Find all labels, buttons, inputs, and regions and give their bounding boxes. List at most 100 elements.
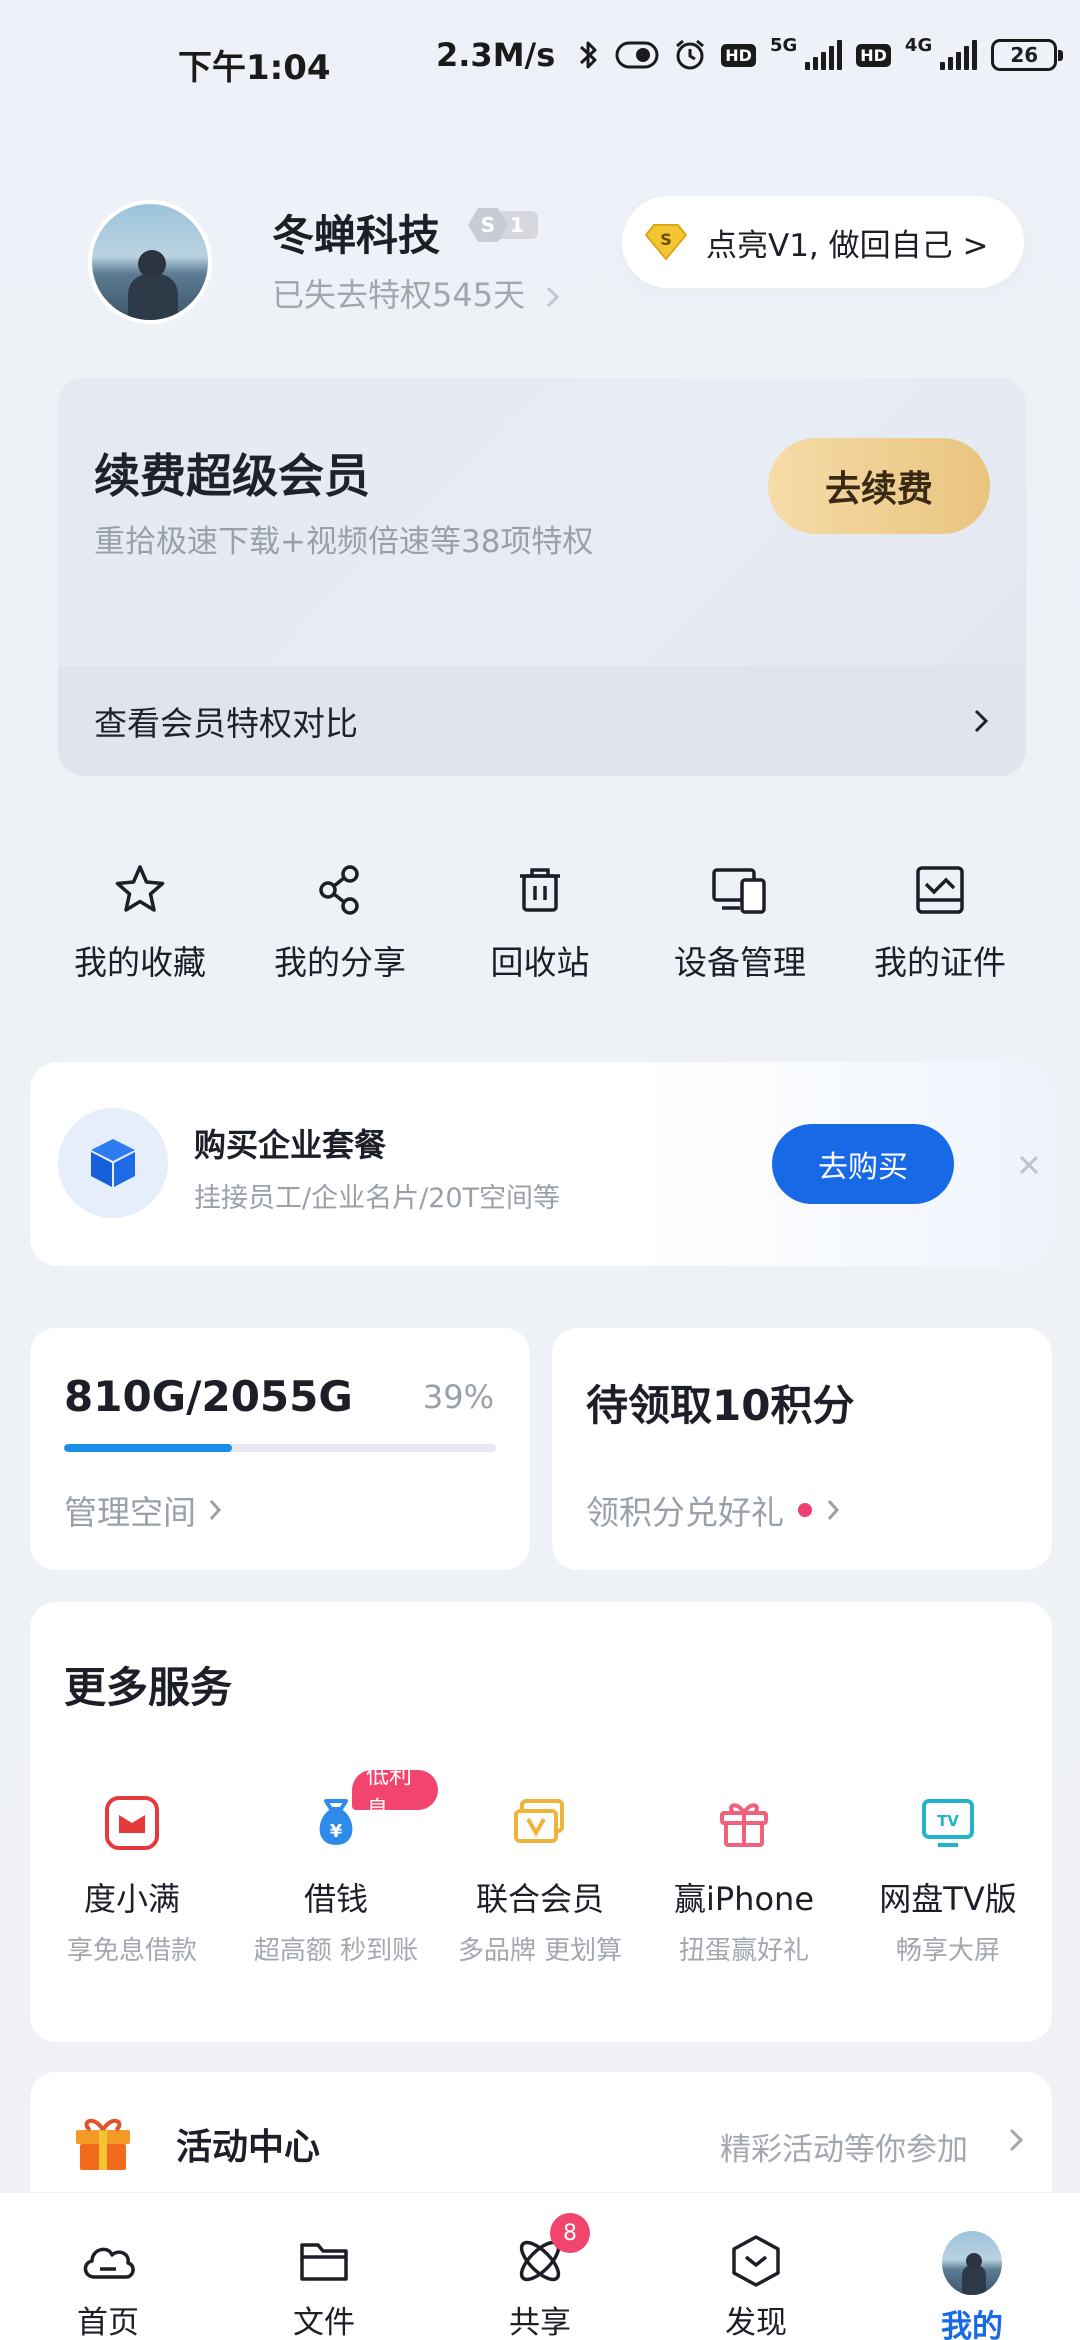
tv-icon: TV	[919, 1794, 977, 1852]
folder-icon	[294, 2233, 354, 2289]
service-joint-membership[interactable]: 联合会员 多品牌 更划算	[438, 1794, 642, 1967]
status-indicators: 2.3M/s HD 5G HD 4G 26	[436, 34, 1064, 74]
service-name: 联合会员	[475, 1880, 604, 1918]
battery-level: 26	[1010, 43, 1039, 67]
svg-text:¥: ¥	[330, 1821, 343, 1842]
share-count-badge: 8	[550, 2213, 590, 2253]
nav-home[interactable]: 首页	[0, 2193, 216, 2340]
storage-used: 810G/2055G	[64, 1372, 353, 1421]
nav-share[interactable]: 8 共享	[432, 2193, 648, 2340]
star-icon	[110, 860, 170, 920]
nav-files[interactable]: 文件	[216, 2193, 432, 2340]
toggle-icon	[615, 41, 659, 69]
nav-label: 发现	[725, 2305, 787, 2340]
service-win-iphone[interactable]: 赢iPhone 扭蛋赢好礼	[642, 1794, 846, 1967]
services-grid: 度小满 享免息借款 低利息 ¥ 借钱 超高额 秒到账 联合会员 多品牌 更划算 …	[30, 1763, 1052, 1967]
points-redeem-label: 领积分兑好礼	[586, 1493, 784, 1532]
quick-label: 回收站	[490, 943, 590, 982]
service-name: 网盘TV版	[879, 1880, 1017, 1918]
level-badge[interactable]: S 1	[468, 208, 538, 242]
more-services-title: 更多服务	[64, 1663, 233, 1712]
bottom-nav: 首页 文件 8 共享 发现 我的	[0, 2192, 1080, 2340]
activity-center-row[interactable]: 活动中心 精彩活动等你参加	[30, 2072, 1052, 2212]
chevron-right-icon	[547, 286, 560, 308]
activity-title: 活动中心	[176, 2127, 321, 2168]
quick-label: 我的收藏	[74, 943, 206, 982]
low-interest-badge: 低利息	[352, 1763, 438, 1823]
duxiaoman-icon	[103, 1794, 161, 1852]
cube-icon	[58, 1108, 168, 1218]
points-redeem-link[interactable]: 领积分兑好礼	[586, 1486, 840, 1534]
chevron-right-icon	[209, 1500, 222, 1520]
service-borrow[interactable]: 低利息 ¥ 借钱 超高额 秒到账	[234, 1763, 438, 1967]
quick-actions: 我的收藏 我的分享 回收站 设备管理 我的证件	[40, 860, 1040, 984]
service-desc: 超高额 秒到账	[253, 1936, 419, 1966]
renew-button[interactable]: 去续费	[768, 438, 990, 534]
cloud-icon	[78, 2233, 138, 2289]
manage-storage-label: 管理空间	[64, 1493, 196, 1532]
vip-compare-label: 查看会员特权对比	[94, 704, 358, 743]
storage-progress-bar	[64, 1444, 496, 1452]
chevron-right-icon	[1009, 2128, 1024, 2152]
more-services-card: 更多服务 度小满 享免息借款 低利息 ¥ 借钱 超高额 秒到账 联合会员 多品牌…	[30, 1602, 1052, 2042]
quick-label: 我的分享	[274, 943, 406, 982]
nav-label: 我的	[941, 2309, 1003, 2340]
gift-box-icon	[70, 2108, 136, 2174]
enterprise-title: 购买企业套餐	[194, 1126, 387, 1164]
id-card-icon	[910, 860, 970, 920]
close-icon[interactable]	[1014, 1150, 1044, 1180]
enterprise-banner[interactable]: 购买企业套餐 挂接员工/企业名片/20T空间等 去购买	[30, 1062, 1050, 1266]
quick-shares[interactable]: 我的分享	[240, 860, 440, 984]
storage-card[interactable]: 810G/2055G 39% 管理空间	[30, 1328, 530, 1570]
buy-button[interactable]: 去购买	[772, 1124, 954, 1204]
service-desc: 享免息借款	[66, 1936, 197, 1966]
privilege-expiry[interactable]: 已失去特权545天	[272, 270, 561, 316]
hd-icon: HD	[721, 43, 756, 67]
network-type-label: 5G	[769, 34, 798, 56]
quick-label: 设备管理	[674, 943, 806, 982]
service-desc: 畅享大屏	[895, 1936, 1000, 1966]
svg-text:TV: TV	[937, 1812, 959, 1830]
privilege-expiry-text: 已失去特权545天	[272, 276, 526, 314]
quick-label: 我的证件	[874, 943, 1006, 982]
storage-percent: 39%	[422, 1378, 494, 1416]
hd-icon: HD	[856, 43, 891, 67]
points-title: 待领取10积分	[586, 1381, 855, 1430]
enterprise-subtitle: 挂接员工/企业名片/20T空间等	[194, 1183, 561, 1214]
status-bar: 下午1:04 2.3M/s HD 5G HD 4G 26	[0, 0, 1080, 120]
service-tv[interactable]: TV 网盘TV版 畅享大屏	[846, 1794, 1050, 1967]
trash-icon	[510, 860, 570, 920]
quick-favorites[interactable]: 我的收藏	[40, 860, 240, 984]
nav-me[interactable]: 我的	[864, 2193, 1080, 2340]
vip-compare-row[interactable]: 查看会员特权对比	[58, 666, 1026, 776]
avatar-icon	[942, 2231, 1002, 2295]
vip-card-icon	[511, 1794, 569, 1852]
battery-icon: 26	[991, 39, 1064, 71]
status-time: 下午1:04	[178, 48, 331, 88]
signal-icon	[940, 40, 978, 70]
points-card[interactable]: 待领取10积分 领积分兑好礼	[552, 1328, 1052, 1570]
network-speed: 2.3M/s	[436, 36, 556, 74]
coin-icon: S	[644, 222, 688, 262]
user-avatar[interactable]	[88, 200, 212, 324]
activity-hint: 精彩活动等你参加	[720, 2132, 968, 2168]
nav-discover[interactable]: 发现	[648, 2193, 864, 2340]
v1-upgrade-pill[interactable]: S 点亮V1, 做回自己 >	[622, 196, 1024, 288]
chevron-right-icon	[827, 1500, 840, 1520]
service-desc: 多品牌 更划算	[457, 1936, 623, 1966]
service-duxiaoman[interactable]: 度小满 享免息借款	[30, 1794, 234, 1967]
manage-storage-link[interactable]: 管理空间	[64, 1486, 222, 1534]
quick-devices[interactable]: 设备管理	[640, 860, 840, 984]
gift-icon	[715, 1794, 773, 1852]
notification-dot	[798, 1503, 812, 1517]
svg-text:S: S	[660, 230, 672, 249]
vip-renew-card: 续费超级会员 重拾极速下载+视频倍速等38项特权 去续费 查看会员特权对比	[58, 378, 1026, 776]
quick-recycle-bin[interactable]: 回收站	[440, 860, 640, 984]
user-name[interactable]: 冬蝉科技	[272, 202, 440, 263]
service-name: 借钱	[303, 1880, 368, 1918]
quick-id-cards[interactable]: 我的证件	[840, 860, 1040, 984]
v1-upgrade-label: 点亮V1, 做回自己 >	[706, 227, 989, 264]
signal-icon	[805, 40, 843, 70]
service-name: 赢iPhone	[673, 1880, 815, 1918]
nav-label: 共享	[509, 2305, 571, 2340]
